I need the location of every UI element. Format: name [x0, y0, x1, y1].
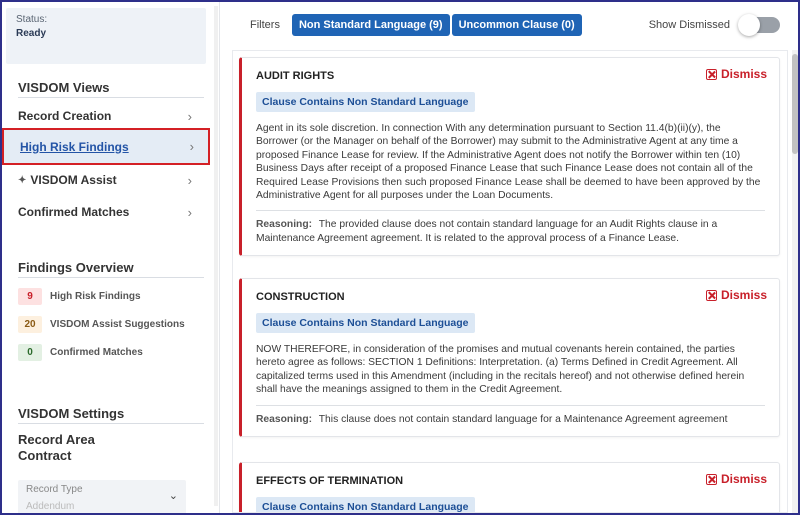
views-title: VISDOM Views — [18, 80, 204, 98]
record-area-title: Record Area Contract — [18, 432, 95, 463]
findings-label: Confirmed Matches — [50, 347, 143, 358]
count-badge: 0 — [18, 344, 42, 361]
chevron-right-icon: › — [187, 172, 192, 188]
findings-overview-title: Findings Overview — [18, 260, 204, 278]
finding-tag: Clause Contains Non Standard Language — [256, 92, 475, 112]
app-window: Status: Ready VISDOM Views Record Creati… — [2, 2, 798, 513]
main-panel: Filters Non Standard Language (9) Uncomm… — [222, 2, 798, 513]
toggle-knob — [738, 14, 760, 36]
finding-tag: Clause Contains Non Standard Language — [256, 313, 475, 333]
sidebar: Status: Ready VISDOM Views Record Creati… — [2, 2, 220, 513]
reasoning: Reasoning: This clause does not contain … — [256, 413, 765, 426]
close-icon — [705, 473, 717, 485]
record-type-select[interactable]: Record Type Addendum ⌄ — [18, 480, 186, 513]
dismiss-button[interactable]: Dismiss — [705, 288, 767, 302]
filters-label: Filters — [250, 19, 280, 31]
chevron-right-icon: › — [187, 108, 192, 124]
record-type-label: Record Type — [26, 484, 83, 495]
nav-label: High Risk Findings — [20, 139, 129, 154]
close-icon — [705, 68, 717, 80]
finding-card-audit-rights: AUDIT RIGHTS Dismiss Clause Contains Non… — [239, 57, 780, 257]
filter-chip-uncommon-clause[interactable]: Uncommon Clause (0) — [451, 14, 582, 36]
card-title: AUDIT RIGHTS — [256, 70, 335, 82]
count-badge: 20 — [18, 316, 42, 333]
close-icon — [705, 289, 717, 301]
nav-visdom-assist[interactable]: ✦ VISDOM Assist › — [6, 165, 206, 195]
nav-label: VISDOM Assist — [30, 173, 117, 187]
clause-text: NOW THEREFORE, in consideration of the p… — [256, 343, 765, 406]
show-dismissed-toggle[interactable] — [738, 14, 780, 36]
dismiss-label: Dismiss — [720, 67, 767, 81]
finding-card-construction: CONSTRUCTION Dismiss Clause Contains Non… — [239, 278, 780, 438]
status-panel: Status: Ready — [6, 8, 206, 64]
reasoning-label: Reasoning: — [256, 219, 313, 231]
clause-text: Agent in its sole discretion. In connect… — [256, 122, 765, 212]
filter-bar: Filters Non Standard Language (9) Uncomm… — [222, 2, 798, 48]
card-title: CONSTRUCTION — [256, 291, 345, 303]
count-badge: 9 — [18, 288, 42, 305]
nav-label: Confirmed Matches — [18, 205, 130, 219]
findings-row-high-risk: 9 High Risk Findings — [18, 288, 141, 305]
finding-card-effects-of-termination: EFFECTS OF TERMINATION Dismiss Clause Co… — [239, 462, 780, 512]
record-type-value: Addendum — [26, 501, 75, 512]
sidebar-scrollbar[interactable] — [214, 6, 218, 506]
findings-label: VISDOM Assist Suggestions — [50, 319, 185, 330]
chevron-right-icon: › — [189, 139, 194, 154]
findings-row-assist: 20 VISDOM Assist Suggestions — [18, 316, 185, 333]
chevron-right-icon: › — [187, 204, 192, 220]
nav-confirmed-matches[interactable]: Confirmed Matches › — [6, 197, 206, 227]
filter-chip-non-standard[interactable]: Non Standard Language (9) — [291, 14, 450, 36]
status-label: Status: — [16, 14, 48, 25]
findings-label: High Risk Findings — [50, 291, 141, 302]
reasoning-label: Reasoning: — [256, 413, 313, 425]
chevron-down-icon: ⌄ — [168, 490, 178, 502]
card-title: EFFECTS OF TERMINATION — [256, 475, 404, 487]
dismiss-label: Dismiss — [720, 472, 767, 486]
nav-label: Record Creation — [18, 109, 112, 123]
status-value: Ready — [16, 28, 47, 39]
reasoning-text: The provided clause does not contain sta… — [256, 219, 718, 244]
reasoning-text: This clause does not contain standard la… — [318, 413, 728, 425]
reasoning: Reasoning: The provided clause does not … — [256, 218, 765, 245]
findings-list: AUDIT RIGHTS Dismiss Clause Contains Non… — [232, 50, 788, 513]
sparkle-icon: ✦ — [18, 174, 27, 186]
main-scrollbar-thumb[interactable] — [792, 54, 798, 154]
nav-record-creation[interactable]: Record Creation › — [6, 101, 206, 131]
dismiss-label: Dismiss — [720, 288, 767, 302]
dismiss-button[interactable]: Dismiss — [705, 472, 767, 486]
findings-row-confirmed: 0 Confirmed Matches — [18, 344, 143, 361]
nav-high-risk-findings[interactable]: High Risk Findings › — [2, 128, 210, 165]
finding-tag: Clause Contains Non Standard Language — [256, 497, 475, 512]
settings-title: VISDOM Settings — [18, 406, 204, 424]
dismiss-button[interactable]: Dismiss — [705, 67, 767, 81]
show-dismissed-control: Show Dismissed — [648, 14, 780, 36]
show-dismissed-label: Show Dismissed — [648, 19, 730, 31]
